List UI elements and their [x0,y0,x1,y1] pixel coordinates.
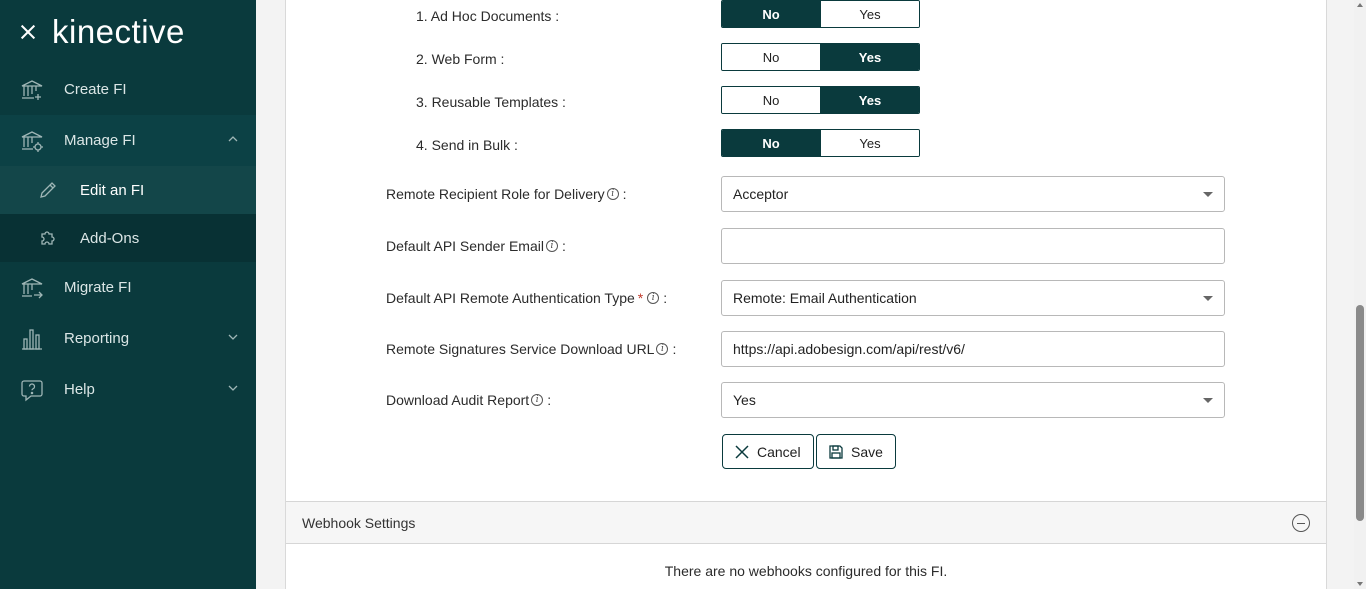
feature-label-ad-hoc: 1. Ad Hoc Documents : [416,8,560,24]
info-icon[interactable]: i [531,394,544,406]
sender-email-label: Default API Sender Email i : [386,236,566,256]
auth-type-text: Default API Remote Authentication Type [386,290,635,306]
collapse-minus-icon[interactable] [1292,514,1310,532]
download-url-value: https://api.adobesign.com/api/rest/v6/ [733,341,965,357]
bank-plus-icon [20,78,44,102]
chevron-down-icon [228,385,238,391]
audit-report-label: Download Audit Report i : [386,390,551,410]
x-icon [733,443,751,461]
toggle-web-form-yes[interactable]: Yes [820,44,919,70]
toggle-reusable-templates-yes[interactable]: Yes [820,87,919,113]
fi-settings-panel: 1. Ad Hoc Documents : No Yes 2. Web Form… [285,0,1327,589]
chevron-down-icon [228,334,238,340]
download-url-input[interactable]: https://api.adobesign.com/api/rest/v6/ [721,331,1225,367]
nav-add-ons-label: Add-Ons [80,229,140,247]
dropdown-caret-icon [1203,192,1213,197]
bar-chart-icon [20,327,44,351]
audit-report-text: Download Audit Report [386,392,530,408]
info-icon[interactable]: i [656,343,669,355]
required-asterisk: * [637,290,644,306]
auth-type-select[interactable]: Remote: Email Authentication [721,280,1225,316]
nav-migrate-fi-label: Migrate FI [64,279,132,296]
nav-manage-fi[interactable]: Manage FI [0,115,256,166]
nav-reporting-label: Reporting [64,330,130,347]
toggle-send-in-bulk-no[interactable]: No [722,130,820,156]
toggle-web-form-no[interactable]: No [722,44,820,70]
question-bubble-icon [20,378,44,402]
toggle-reusable-templates[interactable]: No Yes [721,86,920,114]
recipient-role-value: Acceptor [733,186,789,202]
recipient-role-select[interactable]: Acceptor [721,176,1225,212]
info-icon[interactable]: i [647,292,660,304]
save-button-label: Save [851,443,883,460]
save-button[interactable]: Save [816,434,896,469]
label-colon: : [547,392,552,408]
info-icon[interactable]: i [606,188,619,200]
cancel-button[interactable]: Cancel [722,434,814,469]
nav-reporting[interactable]: Reporting [0,313,256,364]
label-colon: : [622,186,627,202]
dropdown-caret-icon [1203,296,1213,301]
label-colon: : [663,290,668,306]
floppy-disk-icon [827,443,845,461]
sidebar: kinective Create FI Manage FI Edit an FI… [0,0,256,589]
puzzle-icon [38,228,58,248]
recipient-role-text: Remote Recipient Role for Delivery [386,186,605,202]
nav-edit-an-fi-label: Edit an FI [80,181,145,199]
toggle-reusable-templates-no[interactable]: No [722,87,820,113]
pencil-icon [38,180,58,200]
toggle-ad-hoc-yes[interactable]: Yes [820,1,919,27]
scroll-up-arrow-icon[interactable] [1357,3,1363,7]
toggle-send-in-bulk-yes[interactable]: Yes [820,130,919,156]
download-url-label: Remote Signatures Service Download URL i… [386,339,676,359]
page-scrollbar[interactable] [1354,0,1366,589]
close-menu-icon[interactable] [18,22,38,42]
feature-label-web-form: 2. Web Form : [416,51,505,67]
main-content: 1. Ad Hoc Documents : No Yes 2. Web Form… [256,0,1354,589]
nav-edit-an-fi[interactable]: Edit an FI [0,166,256,214]
auth-type-value: Remote: Email Authentication [733,290,917,306]
webhook-settings-header[interactable]: Webhook Settings [286,501,1326,544]
nav-create-fi[interactable]: Create FI [0,64,256,115]
info-icon[interactable]: i [545,240,558,252]
feature-label-send-in-bulk: 4. Send in Bulk : [416,137,518,153]
audit-report-value: Yes [733,392,756,408]
toggle-send-in-bulk[interactable]: No Yes [721,129,920,157]
kinective-logo: kinective [52,13,185,50]
nav-help-label: Help [64,381,95,398]
nav-manage-fi-label: Manage FI [64,132,136,149]
webhook-empty-message: There are no webhooks configured for thi… [664,563,948,579]
brand-header: kinective [0,0,256,64]
recipient-role-label: Remote Recipient Role for Delivery i : [386,184,627,204]
label-colon: : [561,238,566,254]
label-colon: : [672,341,677,357]
toggle-ad-hoc-no[interactable]: No [722,1,820,27]
nav-create-fi-label: Create FI [64,81,127,98]
bank-gear-icon [20,129,44,153]
bank-arrow-icon [20,276,44,300]
download-url-text: Remote Signatures Service Download URL [386,341,655,357]
nav-migrate-fi[interactable]: Migrate FI [0,262,256,313]
dropdown-caret-icon [1203,398,1213,403]
auth-type-label: Default API Remote Authentication Type *… [386,288,667,308]
audit-report-select[interactable]: Yes [721,382,1225,418]
toggle-web-form[interactable]: No Yes [721,43,920,71]
sender-email-input[interactable] [721,228,1225,264]
sender-email-text: Default API Sender Email [386,238,544,254]
nav-help[interactable]: Help [0,364,256,415]
chevron-up-icon [228,136,238,142]
scroll-down-arrow-icon[interactable] [1357,582,1363,586]
scrollbar-thumb[interactable] [1356,305,1364,521]
feature-label-reusable-templates: 3. Reusable Templates : [416,94,566,110]
cancel-button-label: Cancel [757,443,801,460]
webhook-settings-title: Webhook Settings [302,514,416,531]
toggle-ad-hoc[interactable]: No Yes [721,0,920,28]
nav-add-ons[interactable]: Add-Ons [0,214,256,262]
